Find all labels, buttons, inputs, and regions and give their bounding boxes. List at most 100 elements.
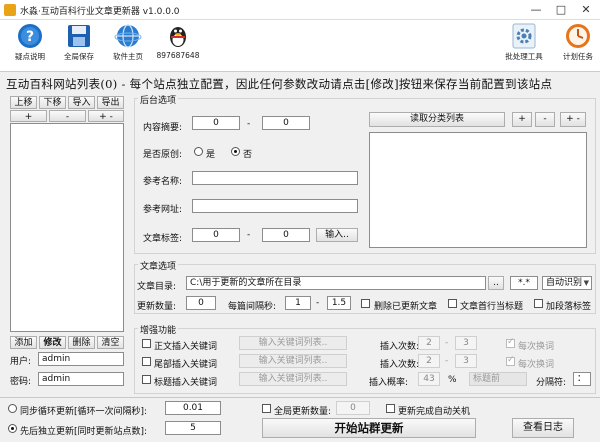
app-logo-icon xyxy=(4,4,16,16)
concurrent-sites-input[interactable]: 5 xyxy=(165,421,221,435)
homepage-tool[interactable]: 软件主页 xyxy=(104,22,152,72)
schedule-tool[interactable]: 计划任务 xyxy=(554,22,600,72)
minimize-button[interactable]: — xyxy=(524,2,548,18)
sync-interval-input[interactable]: 0.01 xyxy=(165,401,221,415)
original-yes-label: 是 xyxy=(206,150,216,160)
sync-loop-label: 同步循环更新[循环一次间隔秒]: xyxy=(20,407,148,417)
article-dir-label: 文章目录: xyxy=(137,282,177,292)
site-list-banner: 互动百科网站列表(0) - 每个站点独立配置，因此任何参数改动请点击[修改]按钮… xyxy=(6,77,553,91)
title-bar: 水淼·互动百科行业文章更新器 v1.0.0.0 — □ ✕ xyxy=(0,0,600,20)
bottom-divider xyxy=(0,397,600,398)
edit-site-button[interactable]: 修改 xyxy=(39,336,66,349)
title-position-select[interactable]: 标题前 xyxy=(469,372,527,386)
paragraph-tag-label: 加段落标签 xyxy=(546,302,592,312)
interval-from-input[interactable]: 1 xyxy=(285,296,311,310)
category-add-button[interactable]: + xyxy=(512,112,532,127)
ref-url-label: 参考网址: xyxy=(143,205,183,215)
original-label: 是否原创: xyxy=(143,150,183,160)
start-update-button[interactable]: 开始站群更新 xyxy=(262,418,476,438)
chevron-down-icon: ▼ xyxy=(583,279,589,287)
encoding-select[interactable]: 自动识别 ▼ xyxy=(542,276,592,290)
delete-site-button[interactable]: 删除 xyxy=(68,336,95,349)
separator-label: 分隔符: xyxy=(536,378,567,388)
sync-loop-radio[interactable] xyxy=(8,404,17,413)
auto-shutdown-label: 更新完成自动关机 xyxy=(398,407,471,417)
interval-to-input[interactable]: 1.5 xyxy=(327,296,351,310)
ref-url-input[interactable] xyxy=(192,199,358,213)
tags-from-input[interactable]: 0 xyxy=(192,228,240,242)
independent-label: 先后独立更新[同时更新站点数]: xyxy=(20,427,148,437)
global-count-input[interactable]: 0 xyxy=(336,401,370,415)
export-button[interactable]: 导出 xyxy=(97,96,124,109)
homepage-label: 软件主页 xyxy=(113,52,143,61)
body-keyword-list-button[interactable]: 输入关键词列表.. xyxy=(239,336,347,350)
insert-times-from-2[interactable]: 2 xyxy=(418,354,440,368)
site-remove-button[interactable]: - xyxy=(49,110,86,122)
global-count-checkbox[interactable] xyxy=(262,404,271,413)
tips-tool[interactable]: ? 疑点说明 xyxy=(6,22,54,72)
clear-sites-button[interactable]: 清空 xyxy=(97,336,124,349)
percent-sign: % xyxy=(448,375,457,385)
update-count-input[interactable]: 0 xyxy=(186,296,216,310)
separator-input[interactable]: ： xyxy=(573,372,591,386)
tail-keyword-list-button[interactable]: 输入关键词列表.. xyxy=(239,354,347,368)
import-button[interactable]: 导入 xyxy=(68,96,95,109)
insert-times-from-1[interactable]: 2 xyxy=(418,336,440,350)
original-no-radio[interactable] xyxy=(231,147,240,156)
original-yes-radio[interactable] xyxy=(194,147,203,156)
category-list[interactable] xyxy=(369,132,587,248)
clock-icon xyxy=(566,24,590,48)
qq-penguin-icon xyxy=(170,27,186,47)
encoding-value: 自动识别 xyxy=(546,278,583,288)
summary-to-input[interactable]: 0 xyxy=(262,116,310,130)
move-up-button[interactable]: 上移 xyxy=(10,96,37,109)
globe-icon xyxy=(114,24,142,48)
paragraph-tag-checkbox[interactable] xyxy=(534,299,543,308)
enhance-title: 增强功能 xyxy=(138,323,179,336)
first-line-title-checkbox[interactable] xyxy=(448,299,457,308)
auto-shutdown-checkbox[interactable] xyxy=(386,404,395,413)
per-change-checkbox-1[interactable] xyxy=(506,337,515,348)
tags-dash: - xyxy=(247,230,251,240)
batch-tool[interactable]: 批处理工具 xyxy=(500,22,548,72)
article-dir-input[interactable]: C:\用于更新的文章所在目录 xyxy=(186,276,486,290)
per-change-checkbox-2[interactable] xyxy=(506,355,515,366)
ref-name-input[interactable] xyxy=(192,171,358,185)
title-keyword-list-button[interactable]: 输入关键词列表.. xyxy=(239,372,347,386)
independent-radio[interactable] xyxy=(8,424,17,433)
site-list[interactable] xyxy=(10,123,124,332)
insert-times-to-2[interactable]: 3 xyxy=(455,354,477,368)
delete-updated-checkbox[interactable] xyxy=(361,299,370,308)
insert-times-to-1[interactable]: 3 xyxy=(455,336,477,350)
summary-dash: - xyxy=(247,119,251,129)
insert-prob-input[interactable]: 43 xyxy=(418,372,440,386)
schedule-label: 计划任务 xyxy=(563,52,593,61)
category-toggle-button[interactable]: + - xyxy=(560,112,586,127)
qq-tool[interactable]: 897687648 xyxy=(154,22,202,72)
summary-from-input[interactable]: 0 xyxy=(192,116,240,130)
site-add-button[interactable]: + xyxy=(10,110,47,122)
site-toggle-button[interactable]: + - xyxy=(88,110,124,122)
insert-times-label-1: 插入次数: xyxy=(380,342,420,352)
move-down-button[interactable]: 下移 xyxy=(39,96,66,109)
title-keyword-label: 标题插入关键词 xyxy=(154,378,218,388)
category-remove-button[interactable]: - xyxy=(535,112,555,127)
file-ext-input[interactable]: *.* xyxy=(510,276,538,290)
title-keyword-checkbox[interactable] xyxy=(142,375,151,384)
add-site-button[interactable]: 添加 xyxy=(10,336,37,349)
browse-dir-button[interactable]: .. xyxy=(488,276,504,290)
tags-to-input[interactable]: 0 xyxy=(262,228,310,242)
username-input[interactable]: admin xyxy=(38,352,124,366)
qq-label: 897687648 xyxy=(156,51,200,60)
view-log-button[interactable]: 查看日志 xyxy=(512,418,574,438)
tail-keyword-checkbox[interactable] xyxy=(142,357,151,366)
read-categories-button[interactable]: 读取分类列表 xyxy=(369,112,505,127)
original-no-label: 否 xyxy=(243,150,253,160)
password-input[interactable]: admin xyxy=(38,372,124,386)
maximize-button[interactable]: □ xyxy=(549,2,573,18)
tags-input-button[interactable]: 输入.. xyxy=(316,228,358,242)
close-button[interactable]: ✕ xyxy=(574,2,598,18)
username-label: 用户: xyxy=(10,357,32,367)
body-keyword-checkbox[interactable] xyxy=(142,339,151,348)
save-tool[interactable]: 全局保存 xyxy=(55,22,103,72)
